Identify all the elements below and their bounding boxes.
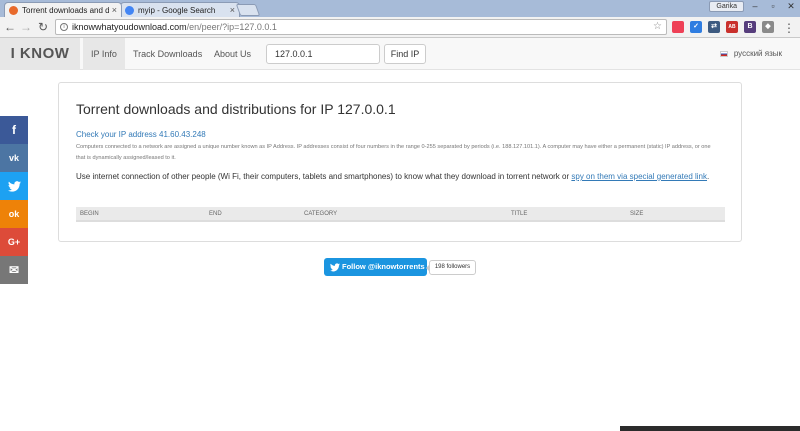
nav-track-downloads[interactable]: Track Downloads [125, 38, 210, 70]
close-tab-icon[interactable]: × [112, 5, 117, 15]
arrows-icon[interactable]: ⇄ [708, 21, 720, 33]
column-begin: BEGIN [80, 211, 99, 217]
table-divider [76, 221, 725, 222]
site-favicon-icon [9, 5, 18, 15]
column-size: SIZE [630, 211, 644, 217]
google-favicon-icon [125, 5, 134, 15]
usage-text: Use internet connection of other people … [76, 171, 726, 182]
usage-text-main: Use internet connection of other people … [76, 172, 572, 181]
vk-icon[interactable]: vk [0, 144, 28, 172]
check-ip-link[interactable]: Check your IP address 41.60.43.248 [76, 130, 206, 139]
spy-link[interactable]: spy on them via special generated link [571, 172, 707, 181]
column-end: END [209, 211, 222, 217]
page-title: Torrent downloads and distributions for … [76, 101, 396, 117]
follow-label: Follow @iknowtorrents [342, 262, 425, 271]
twitter-icon[interactable] [0, 172, 28, 200]
site-logo[interactable]: I KNOW [0, 38, 80, 70]
forward-arrow-icon[interactable]: → [19, 20, 33, 34]
russian-flag-icon [719, 50, 728, 57]
downloads-table-header: BEGIN END CATEGORY TITLE SIZE [76, 207, 725, 221]
bootstrap-icon[interactable]: B [744, 21, 756, 33]
back-arrow-icon[interactable]: ← [3, 20, 17, 34]
checklist-icon[interactable]: ✓ [690, 21, 702, 33]
url-host: iknowwhatyoudownload.com [72, 22, 187, 32]
url-path: /en/peer/?ip=127.0.0.1 [186, 22, 277, 32]
google-plus-icon[interactable]: G+ [0, 228, 28, 256]
language-switcher[interactable]: русский язык [719, 38, 782, 70]
address-bar[interactable]: i iknowwhatyoudownload.com/en/peer/?ip=1… [55, 19, 667, 35]
browser-tab-strip: Torrent downloads and d × myip - Google … [0, 0, 800, 17]
column-category: CATEGORY [304, 211, 338, 217]
column-title: TITLE [511, 211, 528, 217]
maximize-icon[interactable]: ▫ [764, 0, 782, 13]
ip-search-input[interactable]: 127.0.0.1 [266, 44, 380, 64]
close-window-icon[interactable]: ✕ [782, 0, 800, 13]
new-tab-button[interactable] [235, 4, 261, 16]
profile-button[interactable]: Garika [709, 1, 744, 12]
ip-info-panel: Torrent downloads and distributions for … [58, 82, 742, 242]
followers-count[interactable]: 198 followers [426, 260, 476, 275]
bookmark-star-icon[interactable]: ☆ [653, 20, 662, 34]
language-label: русский язык [733, 49, 782, 58]
adblock-icon[interactable]: AB [726, 21, 738, 33]
taskbar-edge [620, 426, 800, 431]
odnoklassniki-icon[interactable]: ok [0, 200, 28, 228]
tab-label: Torrent downloads and d [22, 5, 109, 15]
twitter-follow-button[interactable]: Follow @iknowtorrents [324, 258, 427, 276]
email-icon[interactable]: ✉ [0, 256, 28, 284]
tab-label: myip - Google Search [138, 5, 216, 15]
browser-toolbar: ← → ↻ i iknowwhatyoudownload.com/en/peer… [0, 17, 800, 38]
ip-explanation-text: Computers connected to a network are ass… [76, 144, 711, 161]
nav-about-us[interactable]: About Us [206, 38, 259, 70]
twitter-bird-icon [330, 258, 340, 276]
usage-text-end: . [707, 172, 710, 181]
pocket-icon[interactable] [672, 21, 684, 33]
site-navbar: I KNOW IP Info Track Downloads About Us … [0, 38, 800, 70]
close-tab-icon[interactable]: × [230, 5, 235, 15]
puzzle-icon[interactable]: ◆ [762, 21, 774, 33]
facebook-icon[interactable]: f [0, 116, 28, 144]
nav-ip-info[interactable]: IP Info [83, 38, 125, 70]
find-ip-button[interactable]: Find IP [384, 44, 426, 64]
browser-menu-icon[interactable]: ⋮ [782, 21, 796, 35]
browser-tab-google[interactable]: myip - Google Search × [120, 2, 240, 17]
minimize-icon[interactable]: – [746, 0, 764, 13]
browser-tab-active[interactable]: Torrent downloads and d × [4, 2, 122, 17]
reload-icon[interactable]: ↻ [36, 20, 50, 34]
info-icon[interactable]: i [60, 23, 68, 31]
